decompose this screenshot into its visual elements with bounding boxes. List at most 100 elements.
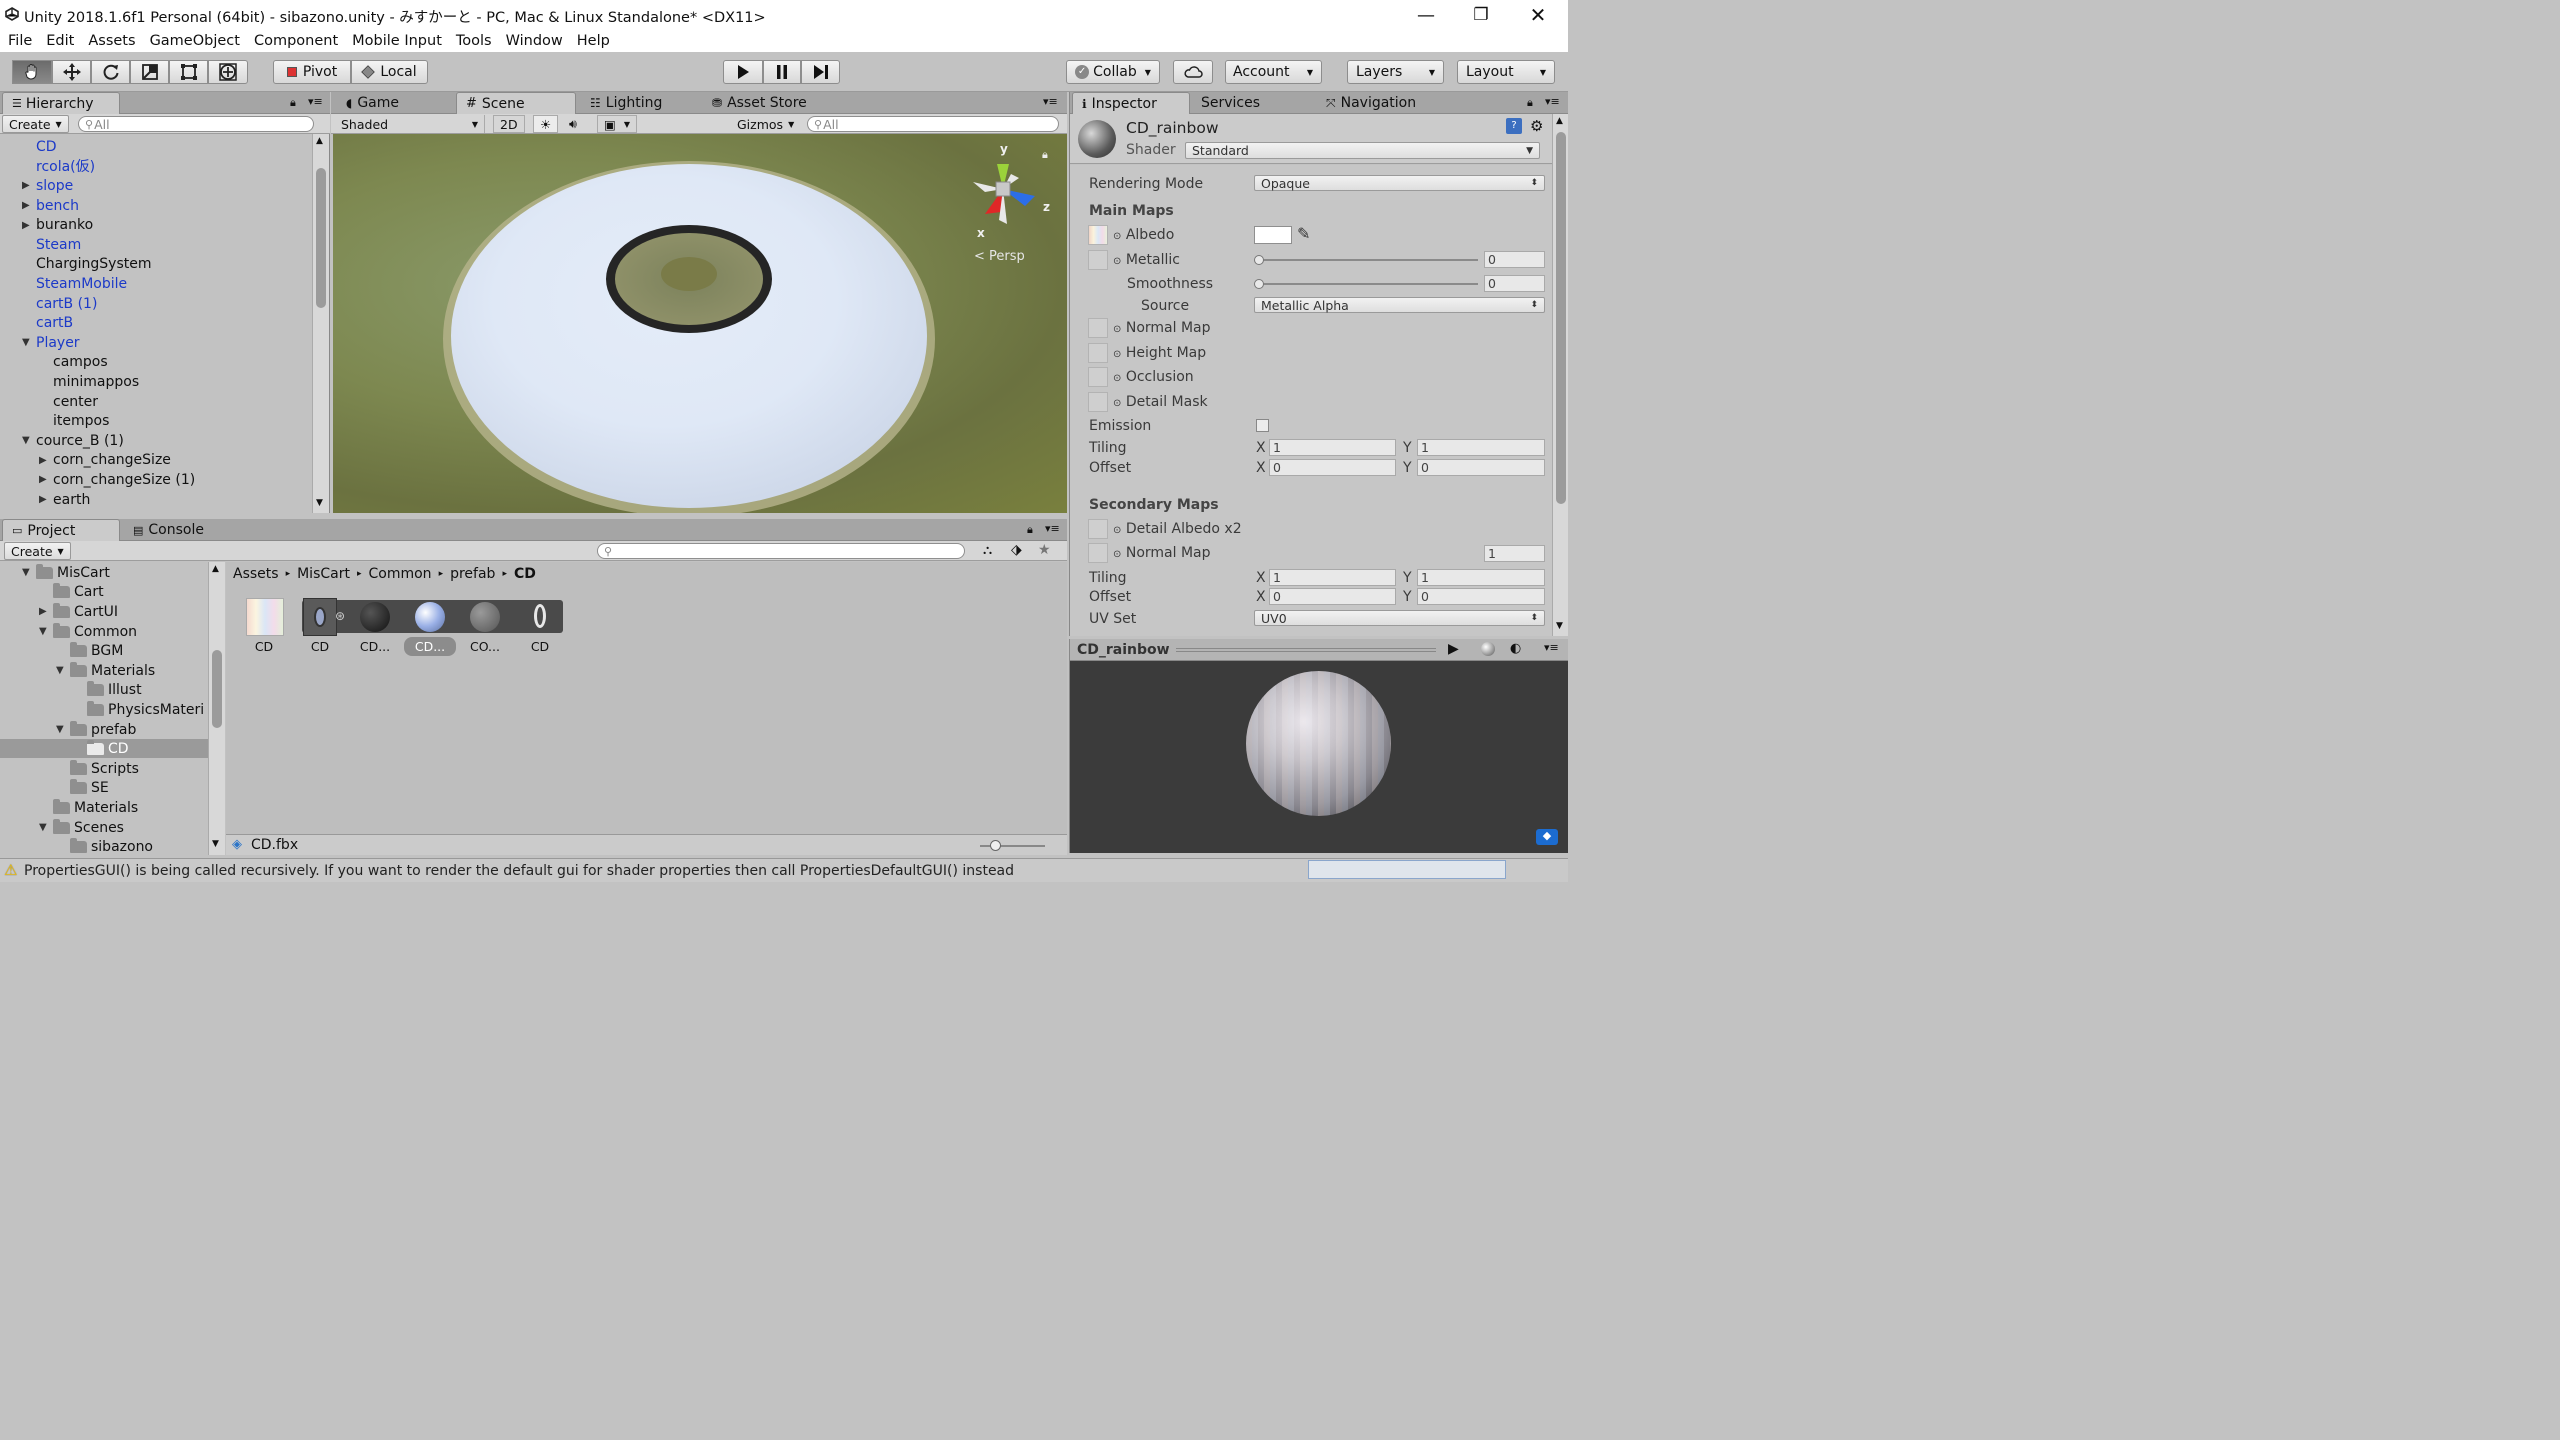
- project-tree-scrollbar[interactable]: ▲ ▼: [208, 562, 225, 855]
- scene-audio-toggle[interactable]: 🔊︎: [563, 115, 583, 133]
- albedo-texture-slot[interactable]: [1088, 225, 1108, 245]
- expanded-arrow-icon[interactable]: ▼: [22, 337, 36, 348]
- project-folder-item[interactable]: Scripts: [56, 759, 139, 779]
- detail-mask-label[interactable]: ⊙ Detail Mask: [1113, 394, 1208, 410]
- albedo-label[interactable]: ⊙ Albedo: [1113, 227, 1174, 243]
- asset-material-black-thumb[interactable]: [360, 602, 390, 632]
- project-folder-item[interactable]: PhysicsMateri: [73, 700, 204, 720]
- tab-navigation[interactable]: ⤧ Navigation: [1317, 92, 1425, 114]
- pivot-toggle[interactable]: Pivot: [273, 60, 351, 84]
- asset-material-gray-thumb[interactable]: [470, 602, 500, 632]
- menu-gameobject[interactable]: GameObject: [150, 33, 240, 49]
- asset-material-rainbow-thumb[interactable]: [415, 602, 445, 632]
- collapsed-arrow-icon[interactable]: ▶: [22, 220, 36, 231]
- project-folder-item[interactable]: Materials: [39, 798, 138, 818]
- detail-normal-scale-input[interactable]: 1: [1484, 545, 1545, 562]
- close-button[interactable]: ✕: [1510, 0, 1566, 30]
- scene-lighting-toggle[interactable]: ☀: [533, 115, 559, 133]
- hierarchy-item[interactable]: ▶ corn_changeSize: [39, 451, 171, 471]
- hierarchy-item[interactable]: ▶ bench: [22, 196, 79, 216]
- axis-gizmo[interactable]: [963, 144, 1053, 234]
- collab-dropdown[interactable]: ✓ Collab ▼: [1066, 60, 1160, 84]
- breadcrumb-item[interactable]: Common: [369, 566, 432, 582]
- offset-x-input[interactable]: 0: [1269, 459, 1396, 476]
- tab-lighting[interactable]: ☷ Lighting: [581, 92, 671, 114]
- offset2-x-input[interactable]: 0: [1269, 588, 1396, 605]
- smoothness-slider-knob[interactable]: [1254, 279, 1264, 289]
- offset-y-input[interactable]: 0: [1417, 459, 1545, 476]
- scene-viewport[interactable]: y z x < Persp 🔒︎: [333, 134, 1067, 513]
- menu-mobile-input[interactable]: Mobile Input: [352, 33, 442, 49]
- asset-cd-texture-thumb[interactable]: [246, 598, 284, 636]
- shading-mode-dropdown[interactable]: Shaded ▼: [335, 115, 485, 133]
- expanded-arrow-icon[interactable]: ▼: [39, 626, 53, 637]
- rect-tool-button[interactable]: [169, 60, 208, 84]
- transform-tool-button[interactable]: [208, 60, 248, 84]
- height-map-label[interactable]: ⊙ Height Map: [1113, 345, 1206, 361]
- albedo-color-swatch[interactable]: [1254, 226, 1292, 244]
- scroll-up-icon[interactable]: ▲: [1556, 116, 1563, 126]
- filter-label-icon[interactable]: ⬗: [1011, 542, 1022, 558]
- metallic-label[interactable]: ⊙ Metallic: [1113, 252, 1180, 268]
- expanded-arrow-icon[interactable]: ▼: [22, 567, 36, 578]
- collapsed-arrow-icon[interactable]: ▶: [39, 606, 53, 617]
- detail-mask-slot[interactable]: [1088, 392, 1108, 412]
- hierarchy-item[interactable]: minimappos: [39, 372, 139, 392]
- hierarchy-search-input[interactable]: ⚲ All: [78, 116, 314, 132]
- preview-drag-handle[interactable]: [1176, 648, 1436, 652]
- panel-menu-icon[interactable]: ▾≡: [1045, 522, 1060, 535]
- normal-map-slot[interactable]: [1088, 318, 1108, 338]
- tab-project[interactable]: ▭ Project: [2, 519, 120, 541]
- scroll-down-icon[interactable]: ▼: [1556, 621, 1563, 631]
- project-folder-item[interactable]: Illust: [73, 681, 142, 701]
- detail-normal-map-slot[interactable]: [1088, 543, 1108, 563]
- hierarchy-item[interactable]: ▶ slope: [22, 176, 73, 196]
- menu-component[interactable]: Component: [254, 33, 338, 49]
- hierarchy-scrollbar[interactable]: ▲ ▼: [312, 134, 329, 513]
- hierarchy-item[interactable]: ▼ Player: [22, 333, 80, 353]
- tab-scene[interactable]: # Scene: [456, 92, 576, 114]
- expanded-arrow-icon[interactable]: ▼: [56, 724, 70, 735]
- minimize-button[interactable]: —: [1398, 0, 1454, 30]
- project-folder-item[interactable]: BGM: [56, 641, 123, 661]
- hierarchy-item[interactable]: itempos: [39, 411, 109, 431]
- hierarchy-item[interactable]: ▶ buranko: [22, 215, 93, 235]
- local-toggle[interactable]: Local: [351, 60, 428, 84]
- asset-label[interactable]: CD: [517, 639, 563, 654]
- tab-console[interactable]: ▤ Console: [124, 519, 213, 541]
- step-button[interactable]: [801, 60, 840, 84]
- eyedropper-icon[interactable]: ✎: [1297, 224, 1310, 243]
- project-folder-item[interactable]: ▼ Common: [39, 622, 137, 642]
- menu-help[interactable]: Help: [577, 33, 610, 49]
- gear-icon[interactable]: ⚙: [1530, 117, 1543, 135]
- hierarchy-item[interactable]: ▶ earth: [39, 490, 90, 510]
- metallic-slider-knob[interactable]: [1254, 255, 1264, 265]
- rendering-mode-dropdown[interactable]: Opaque ⬍: [1254, 175, 1545, 191]
- source-dropdown[interactable]: Metallic Alpha ⬍: [1254, 297, 1545, 313]
- hierarchy-item[interactable]: ChargingSystem: [22, 255, 151, 275]
- menu-file[interactable]: File: [8, 33, 32, 49]
- detail-normal-map-label[interactable]: ⊙ Normal Map: [1113, 545, 1211, 561]
- offset2-y-input[interactable]: 0: [1417, 588, 1545, 605]
- project-create-dropdown[interactable]: Create ▼: [4, 542, 71, 560]
- project-folder-item[interactable]: sibazono: [56, 837, 153, 855]
- asset-label[interactable]: CO...: [462, 639, 508, 654]
- expanded-arrow-icon[interactable]: ▼: [56, 665, 70, 676]
- tiling-y-input[interactable]: 1: [1417, 439, 1545, 456]
- collapsed-arrow-icon[interactable]: ▶: [39, 455, 53, 466]
- tab-hierarchy[interactable]: ☰ Hierarchy: [2, 92, 120, 114]
- preview-light-icon[interactable]: ◐: [1510, 641, 1521, 656]
- detail-albedo-slot[interactable]: [1088, 519, 1108, 539]
- collapsed-arrow-icon[interactable]: ▶: [39, 494, 53, 505]
- lock-icon[interactable]: 🔒︎: [1527, 96, 1533, 110]
- collapsed-arrow-icon[interactable]: ▶: [22, 180, 36, 191]
- lock-icon[interactable]: 🔒︎: [1042, 148, 1048, 162]
- project-folder-item[interactable]: SE: [56, 779, 109, 799]
- collapsed-arrow-icon[interactable]: ▶: [39, 474, 53, 485]
- smoothness-input[interactable]: 0: [1484, 275, 1545, 292]
- preview-viewport[interactable]: ◆: [1070, 661, 1568, 853]
- tab-inspector[interactable]: ℹ Inspector: [1072, 92, 1190, 114]
- scale-tool-button[interactable]: [130, 60, 169, 84]
- play-icon[interactable]: ▶: [1448, 641, 1459, 657]
- gizmos-dropdown[interactable]: Gizmos ▼: [731, 115, 800, 133]
